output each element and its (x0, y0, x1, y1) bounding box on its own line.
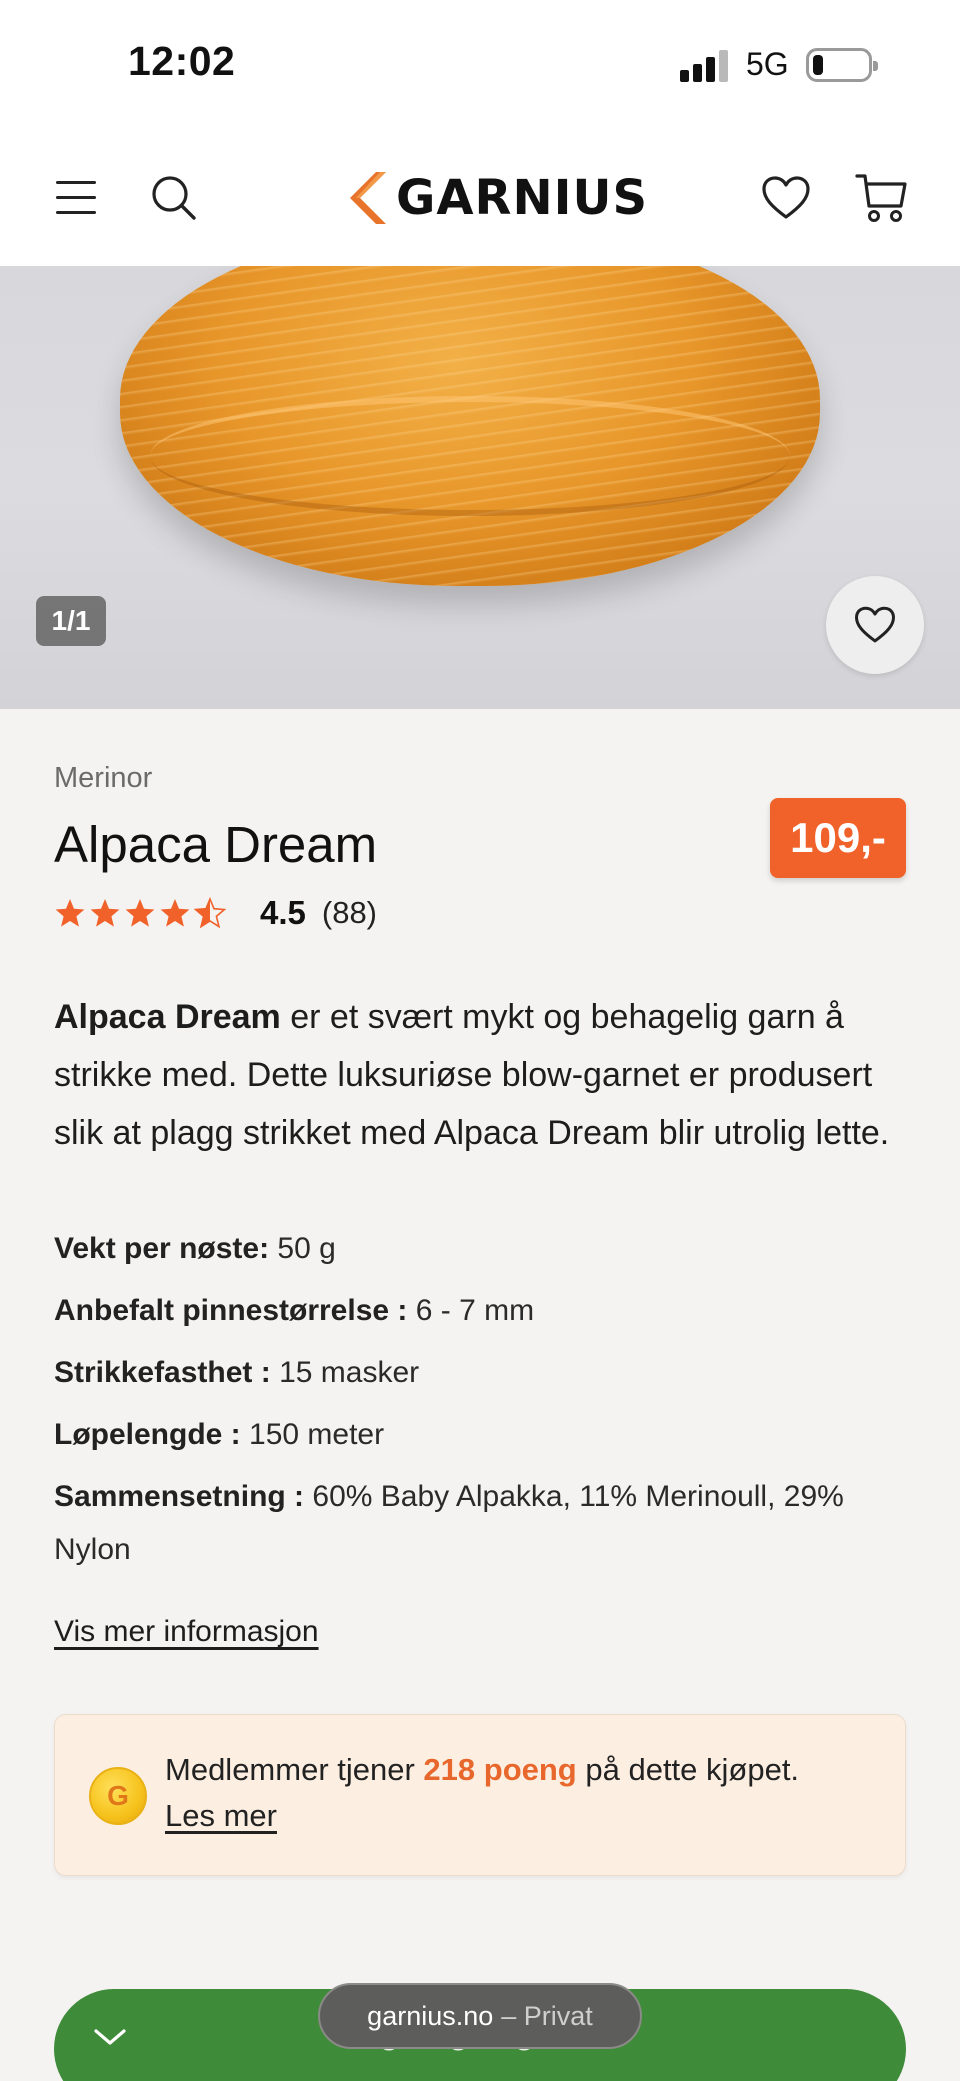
logo-text: GARNIUS (396, 170, 649, 226)
spec-composition: Sammensetning : 60% Baby Alpakka, 11% Me… (54, 1470, 924, 1576)
battery-icon (806, 48, 878, 82)
browser-url-pill[interactable]: garnius.no – Privat (318, 1983, 642, 2049)
spec-label: Strikkefasthet : (54, 1356, 271, 1389)
spec-label: Løpelengde : (54, 1418, 241, 1451)
rating-count: (88) (321, 895, 378, 930)
cart-icon (855, 174, 907, 222)
spec-value: 150 meter (240, 1418, 385, 1451)
spec-value: 15 masker (270, 1356, 420, 1389)
signal-icon (680, 50, 730, 82)
spec-value: 50 g (269, 1232, 336, 1265)
product-image[interactable]: 1/1 (0, 266, 960, 709)
product-rating[interactable]: 4.5 (88) (54, 888, 377, 938)
heart-icon (762, 176, 810, 219)
points-suffix: på dette kjøpet. (576, 1752, 800, 1787)
spec-weight: Vekt per nøste: 50 g (54, 1222, 924, 1275)
product-title: Alpaca Dream (54, 816, 378, 873)
spec-label: Anbefalt pinnestørrelse : (54, 1294, 408, 1327)
status-time: 12:02 (128, 38, 236, 84)
network-label: 5G (746, 46, 789, 82)
loyalty-points-box: G Medlemmer tjener 218 poeng på dette kj… (54, 1714, 906, 1876)
star-icon (160, 899, 190, 927)
cart-button[interactable] (852, 168, 912, 228)
star-icon (55, 899, 85, 927)
points-amount: 218 poeng (423, 1752, 577, 1787)
points-coin-icon: G (89, 1767, 147, 1825)
garnius-logo[interactable]: GARNIUS (346, 170, 648, 226)
product-description: Alpaca Dream er et svært mykt og behagel… (54, 988, 924, 1162)
spec-label: Vekt per nøste: (54, 1232, 270, 1265)
points-message: Medlemmer tjener 218 poeng på dette kjøp… (165, 1747, 885, 1839)
product-brand[interactable]: Merinor (54, 762, 152, 795)
spec-needle-size: Anbefalt pinnestørrelse : 6 - 7 mm (54, 1284, 924, 1337)
coin-letter: G (107, 1780, 129, 1811)
product-specs: Vekt per nøste: 50 g Anbefalt pinnestørr… (54, 1222, 924, 1585)
half-star-icon (194, 897, 226, 929)
spec-label: Sammensetning : (54, 1480, 305, 1513)
spec-value: 6 - 7 mm (407, 1294, 535, 1327)
rating-value: 4.5 (260, 894, 306, 931)
star-icon (90, 899, 120, 927)
rating-stars (54, 897, 226, 929)
site-header: GARNIUS (0, 130, 960, 266)
search-button[interactable] (144, 168, 204, 228)
more-info-link[interactable]: Vis mer informasjon (54, 1615, 319, 1649)
star-icon (125, 899, 155, 927)
yarn-ball-image (120, 266, 820, 586)
menu-icon (56, 181, 96, 214)
url-domain: garnius.no (367, 2000, 494, 2031)
add-to-favorites-button[interactable] (826, 576, 924, 674)
spec-length: Løpelengde : 150 meter (54, 1408, 924, 1461)
read-more-link[interactable]: Les mer (165, 1798, 277, 1833)
status-bar: 12:02 5G (0, 0, 960, 130)
search-icon (152, 176, 196, 220)
description-product-name: Alpaca Dream (54, 998, 281, 1036)
private-mode-label: – Privat (501, 2000, 593, 2031)
heart-icon (855, 606, 895, 643)
image-counter: 1/1 (36, 596, 106, 646)
points-prefix: Medlemmer tjener (165, 1752, 424, 1787)
logo-chevron-icon (350, 172, 386, 224)
price-badge: 109,- (770, 798, 906, 878)
menu-button[interactable] (46, 168, 106, 228)
spec-gauge: Strikkefasthet : 15 masker (54, 1346, 924, 1399)
wishlist-button[interactable] (756, 168, 816, 228)
